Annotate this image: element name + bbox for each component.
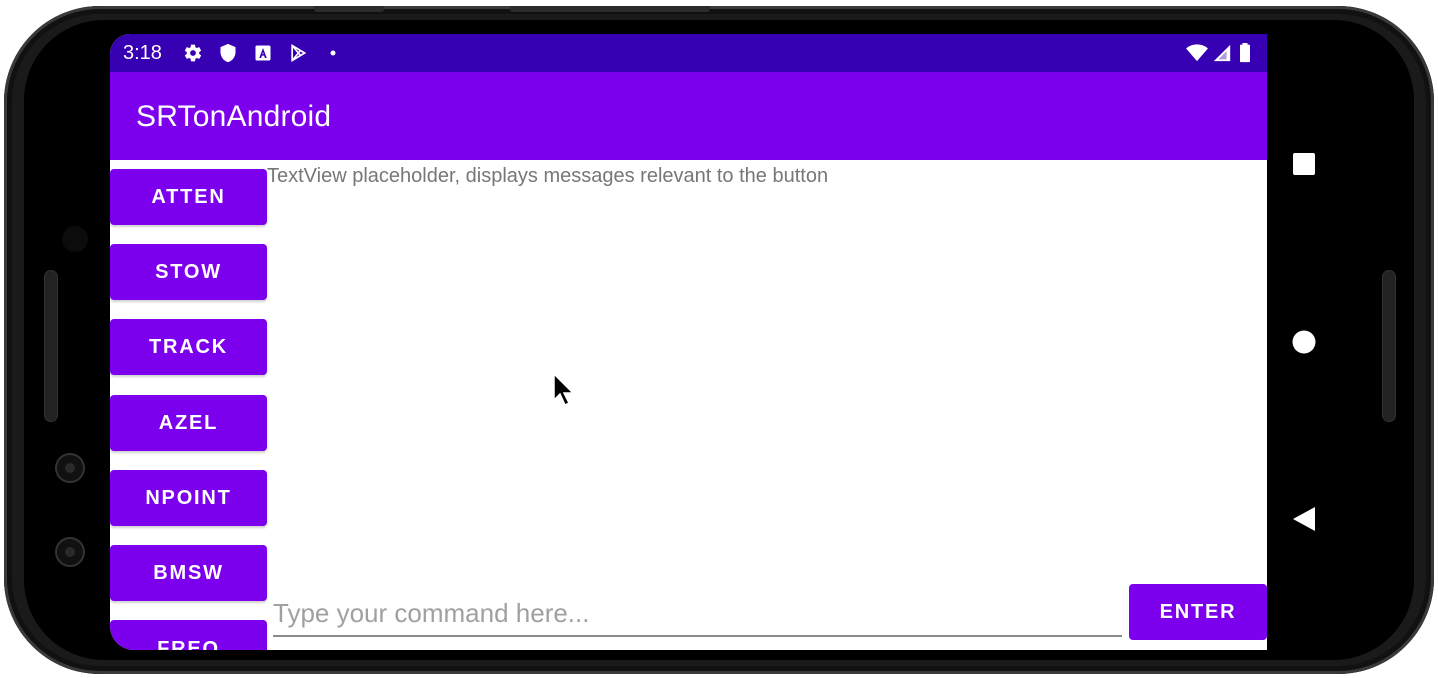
volume-button	[510, 6, 710, 12]
track-button[interactable]: TRACK	[110, 319, 267, 375]
play-store-icon	[291, 44, 307, 62]
shield-icon	[220, 43, 236, 63]
stow-button[interactable]: STOW	[110, 244, 267, 300]
app-title: SRTonAndroid	[136, 100, 332, 133]
back-triangle-icon[interactable]	[1292, 506, 1316, 532]
app-bar: SRTonAndroid	[110, 72, 1267, 160]
dot-icon	[330, 50, 336, 56]
azel-button[interactable]: AZEL	[110, 395, 267, 451]
mouse-cursor-icon	[553, 373, 575, 407]
front-sensor	[62, 226, 88, 252]
npoint-button[interactable]: NPOINT	[110, 470, 267, 526]
device-screen: 3:18 SRTonAndroid ATTEN STOW TRACK AZEL …	[110, 34, 1267, 650]
status-bar: 3:18	[110, 34, 1267, 72]
atten-button[interactable]: ATTEN	[110, 169, 267, 225]
battery-icon	[1240, 43, 1250, 63]
home-circle-icon[interactable]	[1292, 330, 1316, 354]
wifi-icon	[1186, 44, 1208, 62]
power-button	[314, 6, 384, 12]
gear-icon	[184, 44, 202, 62]
enter-button[interactable]: ENTER	[1129, 584, 1267, 640]
a-box-icon	[255, 45, 271, 61]
status-time: 3:18	[123, 42, 162, 64]
front-camera-1	[55, 453, 85, 483]
freq-button[interactable]: FREQ	[110, 620, 267, 650]
signal-icon	[1213, 44, 1231, 62]
bmsw-button[interactable]: BMSW	[110, 545, 267, 601]
recents-square-icon[interactable]	[1292, 152, 1316, 176]
speaker-grille-right	[1382, 270, 1396, 422]
message-text-view: TextView placeholder, displays messages …	[267, 165, 829, 187]
front-camera-2	[55, 537, 85, 567]
command-input[interactable]	[273, 595, 1122, 637]
speaker-grille-left	[44, 270, 58, 422]
